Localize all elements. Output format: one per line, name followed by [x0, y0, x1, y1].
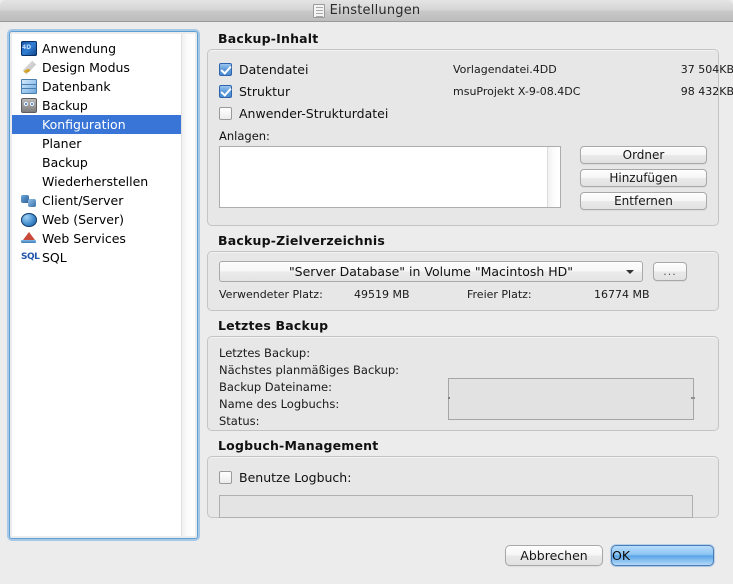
backup-content-group: Datendatei Vorlagendatei.4DD 37 504KB St…: [207, 49, 733, 226]
app-cube-icon: [21, 41, 37, 56]
sidebar-item-sql[interactable]: SQL SQL: [12, 248, 195, 267]
browse-button[interactable]: ...: [653, 262, 687, 281]
last-backup-group: Letztes Backup: Nächstes planmäßiges Bac…: [207, 336, 719, 431]
sidebar-item-label: Datenbank: [42, 79, 111, 94]
sidebar-item-label: Planer: [42, 136, 82, 151]
backup-content-row-datendatei[interactable]: Datendatei Vorlagendatei.4DD 37 504KB: [219, 58, 733, 80]
cancel-button[interactable]: Abbrechen: [505, 545, 603, 566]
sidebar-item-backup[interactable]: Backup: [12, 153, 195, 172]
free-space-value: 16774 MB: [594, 288, 650, 301]
sidebar-item-label: Anwendung: [42, 41, 117, 56]
destination-path-dropdown[interactable]: "Server Database" in Volume "Macintosh H…: [219, 261, 643, 282]
web-services-icon: [21, 231, 37, 246]
use-log-label: Benutze Logbuch:: [239, 469, 352, 485]
checkbox-anwender-strukturdatei[interactable]: [219, 106, 232, 120]
sidebar-item-backup[interactable]: Backup: [12, 96, 195, 115]
design-tool-icon: [22, 60, 37, 75]
sidebar-item-datenbank[interactable]: Datenbank: [12, 77, 195, 96]
sidebar-item-design-modus[interactable]: Design Modus: [12, 58, 195, 77]
checkbox-use-log[interactable]: [219, 470, 232, 484]
sidebar-item-label: Web Services: [42, 231, 126, 246]
sidebar-item-label: Design Modus: [42, 60, 130, 75]
dialog-footer: Abbrechen OK: [0, 541, 733, 584]
checkbox-datendatei[interactable]: [219, 62, 232, 76]
chevron-down-icon: [626, 269, 634, 274]
sidebar-item-label: Konfiguration: [42, 117, 126, 132]
label-anwender-strukturdatei: Anwender-Strukturdatei: [239, 105, 389, 121]
attachments-listbox[interactable]: [219, 146, 561, 208]
sidebar-item-wiederherstellen[interactable]: Wiederherstellen: [12, 172, 195, 191]
attachments-scrollbar[interactable]: [547, 147, 560, 207]
destination-section-title: Backup-Zielverzeichnis: [218, 233, 385, 248]
file-datendatei: Vorlagendatei.4DD: [453, 62, 557, 76]
settings-category-tree[interactable]: Anwendung Design Modus Datenbank Backup Konf…: [12, 34, 195, 536]
next-scheduled-backup-label: Nächstes planmäßiges Backup:: [219, 363, 400, 377]
log-management-group: Benutze Logbuch:: [207, 456, 719, 518]
last-backup-detail-field: [448, 378, 695, 420]
sidebar-scrollbar[interactable]: [181, 34, 195, 536]
sidebar-item-label: SQL: [42, 250, 67, 265]
checkbox-struktur[interactable]: [219, 84, 232, 98]
last-backup-label: Letztes Backup:: [219, 346, 311, 360]
last-backup-section-title: Letztes Backup: [218, 318, 329, 333]
destination-path-value: "Server Database" in Volume "Macintosh H…: [288, 264, 574, 279]
backup-content-row-anwender-strukturdatei[interactable]: Anwender-Strukturdatei: [219, 102, 707, 124]
globe-icon: [21, 212, 37, 227]
window-titlebar: Einstellungen: [0, 0, 733, 22]
client-server-icon: [21, 193, 37, 208]
sidebar-item-planer[interactable]: Planer: [12, 134, 195, 153]
window-title: Einstellungen: [329, 3, 421, 18]
sql-icon: SQL: [21, 252, 40, 262]
backup-content-row-struktur[interactable]: Struktur msuProjekt X-9-08.4DC 98 432KB: [219, 80, 733, 102]
free-space-label: Freier Platz:: [467, 288, 532, 301]
use-log-row[interactable]: Benutze Logbuch:: [219, 466, 707, 488]
used-space-value: 49519 MB: [354, 288, 410, 301]
folder-button[interactable]: Ordner: [580, 146, 707, 164]
database-cube-icon: [21, 79, 37, 94]
sidebar-item-client-server[interactable]: Client/Server: [12, 191, 195, 210]
remove-button[interactable]: Entfernen: [580, 192, 707, 210]
size-datendatei: 37 504KB: [680, 62, 733, 76]
sidebar-item-label: Backup: [42, 155, 88, 170]
file-struktur: msuProjekt X-9-08.4DC: [453, 84, 581, 98]
size-struktur: 98 432KB: [680, 84, 733, 98]
sidebar-item-konfiguration[interactable]: Konfiguration: [12, 115, 195, 134]
sidebar-item-web-services[interactable]: Web Services: [12, 229, 195, 248]
sidebar-item-label: Backup: [42, 98, 88, 113]
backup-content-section-title: Backup-Inhalt: [218, 31, 319, 46]
used-space-label: Verwendeter Platz:: [219, 288, 323, 301]
label-datendatei: Datendatei: [239, 61, 309, 77]
label-struktur: Struktur: [239, 83, 291, 99]
backup-drive-icon: [21, 98, 37, 113]
sidebar-item-web-server[interactable]: Web (Server): [12, 210, 195, 229]
sidebar-item-label: Wiederherstellen: [42, 174, 149, 189]
log-path-field[interactable]: [219, 495, 693, 518]
settings-category-tree-container: Anwendung Design Modus Datenbank Backup Konf…: [9, 31, 198, 539]
destination-group: "Server Database" in Volume "Macintosh H…: [207, 251, 719, 311]
document-icon: [312, 3, 325, 18]
settings-content-panel: Backup-Inhalt Datendatei Vorlagendatei.4…: [207, 31, 733, 518]
add-button[interactable]: Hinzufügen: [580, 169, 707, 187]
sidebar-item-label: Web (Server): [42, 212, 124, 227]
sidebar-item-anwendung[interactable]: Anwendung: [12, 39, 195, 58]
log-management-section-title: Logbuch-Management: [218, 438, 379, 453]
ok-button[interactable]: OK: [611, 545, 714, 566]
sidebar-item-label: Client/Server: [42, 193, 124, 208]
attachments-label: Anlagen:: [219, 129, 270, 143]
